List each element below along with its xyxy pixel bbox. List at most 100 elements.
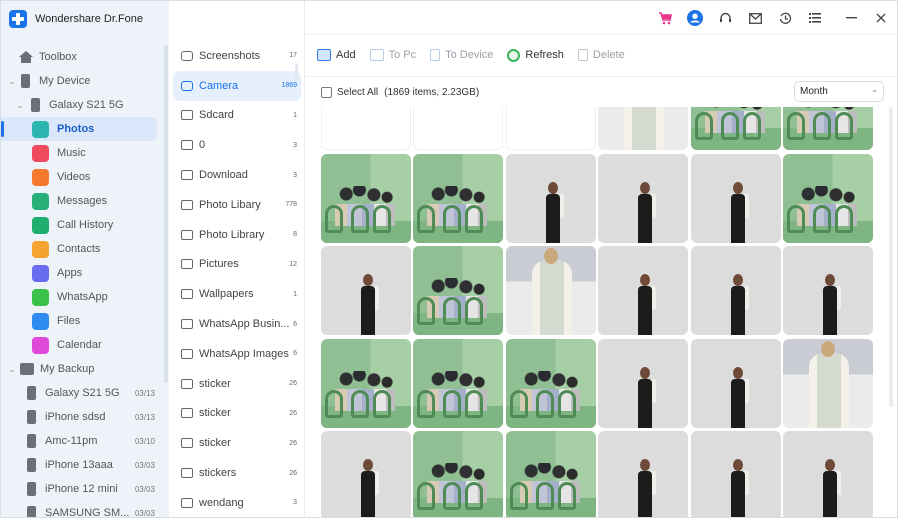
backup-item[interactable]: Galaxy S21 5G 03/13 bbox=[1, 381, 163, 405]
sidebar-item-videos[interactable]: Videos bbox=[1, 165, 163, 189]
sidebar-item-calendar[interactable]: Calendar bbox=[1, 333, 163, 357]
photo-thumbnail[interactable] bbox=[783, 246, 873, 335]
photo-thumbnail[interactable] bbox=[413, 153, 504, 243]
photo-thumbnail[interactable] bbox=[690, 246, 781, 335]
album-item[interactable]: 03 bbox=[173, 130, 301, 160]
album-item[interactable]: sticker 26 bbox=[173, 428, 301, 458]
album-scrollbar[interactable] bbox=[295, 63, 298, 81]
close-icon[interactable] bbox=[873, 10, 889, 26]
album-item[interactable]: sticker 26 bbox=[173, 369, 301, 399]
sidebar-item-device[interactable]: ⌄ Galaxy S21 5G bbox=[1, 93, 163, 117]
photo-thumbnail[interactable] bbox=[690, 153, 781, 243]
chevron-down-icon[interactable]: ⌄ bbox=[7, 365, 17, 374]
photo-thumbnail[interactable] bbox=[783, 107, 873, 150]
history-icon[interactable] bbox=[777, 10, 793, 26]
photo-thumbnail[interactable] bbox=[598, 338, 689, 428]
backup-item[interactable]: iPhone sdsd 03/13 bbox=[1, 405, 163, 429]
account-icon[interactable] bbox=[687, 10, 703, 26]
album-item[interactable]: Wallpapers 1 bbox=[173, 279, 301, 309]
photo-thumbnail[interactable] bbox=[690, 431, 781, 517]
photo-thumbnail[interactable] bbox=[321, 153, 411, 243]
support-icon[interactable] bbox=[717, 10, 733, 26]
cart-icon[interactable] bbox=[657, 10, 673, 26]
sidebar-item-messages[interactable]: Messages bbox=[1, 189, 163, 213]
photo-thumbnail[interactable] bbox=[783, 153, 873, 243]
album-list: Screenshots 17 Camera 1869 Sdcard 1 0 3 Download… bbox=[173, 41, 301, 517]
minimize-icon[interactable] bbox=[843, 10, 859, 26]
photo-thumbnail[interactable] bbox=[598, 107, 689, 150]
photo-thumbnail[interactable] bbox=[505, 153, 596, 243]
sidebar-item-music[interactable]: Music bbox=[1, 141, 163, 165]
backup-item[interactable]: iPhone 12 mini 03/03 bbox=[1, 477, 163, 501]
backup-item[interactable]: Amc-11pm 03/10 bbox=[1, 429, 163, 453]
backup-item[interactable]: iPhone 13aaa 03/03 bbox=[1, 453, 163, 477]
select-all-checkbox[interactable] bbox=[321, 86, 332, 98]
refresh-button[interactable]: Refresh bbox=[507, 48, 564, 62]
photo-thumbnail[interactable] bbox=[690, 107, 781, 150]
photo-thumbnail[interactable] bbox=[783, 431, 873, 517]
image-icon bbox=[181, 199, 193, 210]
photo-thumbnail[interactable] bbox=[413, 338, 504, 428]
album-item[interactable]: stickers 26 bbox=[173, 458, 301, 488]
photo-thumbnail-loading[interactable] bbox=[505, 107, 596, 150]
album-item[interactable]: sticker 26 bbox=[173, 399, 301, 429]
group-by-select[interactable]: Month ⌄ bbox=[794, 81, 884, 102]
sidebar-item-photos[interactable]: Photos bbox=[1, 117, 157, 141]
to-device-button[interactable]: To Device bbox=[430, 49, 493, 61]
photo-thumbnail[interactable] bbox=[413, 246, 504, 335]
album-item[interactable]: wendang 3 bbox=[173, 488, 301, 517]
photo-thumbnail[interactable] bbox=[690, 338, 781, 428]
album-name: sticker bbox=[199, 437, 231, 450]
sidebar-item-my-backup[interactable]: ⌄ My Backup bbox=[1, 357, 163, 381]
photo-thumbnail[interactable] bbox=[505, 246, 596, 335]
sidebar-item-contacts[interactable]: Contacts bbox=[1, 237, 163, 261]
album-item[interactable]: Photo Libary 778 bbox=[173, 190, 301, 220]
sidebar-scrollbar[interactable] bbox=[164, 45, 168, 383]
photo-thumbnail[interactable] bbox=[321, 246, 411, 335]
chevron-down-icon[interactable]: ⌄ bbox=[15, 101, 25, 110]
select-all-label[interactable]: Select All bbox=[337, 87, 378, 98]
album-item[interactable]: WhatsApp Busin... 6 bbox=[173, 309, 301, 339]
album-item[interactable]: Photo Library 8 bbox=[173, 220, 301, 250]
sidebar-item-files[interactable]: Files bbox=[1, 309, 163, 333]
photo-thumbnail[interactable] bbox=[505, 431, 596, 517]
sidebar-item-toolbox[interactable]: Toolbox bbox=[1, 45, 163, 69]
backup-date: 03/13 bbox=[134, 388, 155, 398]
sidebar-item-whatsapp[interactable]: WhatsApp bbox=[1, 285, 163, 309]
app-title: Wondershare Dr.Fone bbox=[35, 13, 144, 25]
photo-grid-scrollbar[interactable] bbox=[889, 107, 893, 407]
mail-icon[interactable] bbox=[747, 10, 763, 26]
backup-name: iPhone sdsd bbox=[45, 411, 106, 423]
to-pc-button[interactable]: To Pc bbox=[369, 49, 416, 61]
album-item[interactable]: Camera 1869 bbox=[173, 70, 301, 101]
photo-thumbnail-loading[interactable] bbox=[321, 107, 411, 150]
image-icon bbox=[181, 408, 193, 419]
chevron-down-icon[interactable]: ⌄ bbox=[7, 77, 17, 86]
album-item[interactable]: Screenshots 17 bbox=[173, 41, 301, 71]
sidebar-item-apps[interactable]: Apps bbox=[1, 261, 163, 285]
album-name: wendang bbox=[199, 496, 244, 509]
image-icon bbox=[181, 289, 193, 300]
title-bar bbox=[305, 1, 897, 35]
album-item[interactable]: Pictures 12 bbox=[173, 250, 301, 280]
photo-thumbnail[interactable] bbox=[783, 338, 873, 428]
photo-thumbnail[interactable] bbox=[598, 431, 689, 517]
photo-thumbnail[interactable] bbox=[321, 338, 411, 428]
camera-icon bbox=[181, 50, 193, 61]
sidebar-item-my-device[interactable]: ⌄ My Device bbox=[1, 69, 163, 93]
photo-thumbnail[interactable] bbox=[321, 431, 411, 517]
backup-item[interactable]: SAMSUNG SM... 03/03 bbox=[1, 501, 163, 517]
album-item[interactable]: Sdcard 1 bbox=[173, 101, 301, 131]
sidebar-item-call-history[interactable]: Call History bbox=[1, 213, 163, 237]
image-icon bbox=[181, 140, 193, 151]
album-item[interactable]: Download 3 bbox=[173, 160, 301, 190]
add-button[interactable]: Add bbox=[317, 49, 356, 61]
menu-icon[interactable] bbox=[807, 10, 823, 26]
photo-thumbnail[interactable] bbox=[413, 431, 504, 517]
photo-thumbnail[interactable] bbox=[598, 153, 689, 243]
delete-button[interactable]: Delete bbox=[577, 49, 625, 61]
photo-thumbnail[interactable] bbox=[598, 246, 689, 335]
photo-thumbnail-loading[interactable] bbox=[413, 107, 504, 150]
album-item[interactable]: WhatsApp Images 6 bbox=[173, 339, 301, 369]
photo-thumbnail[interactable] bbox=[505, 338, 596, 428]
